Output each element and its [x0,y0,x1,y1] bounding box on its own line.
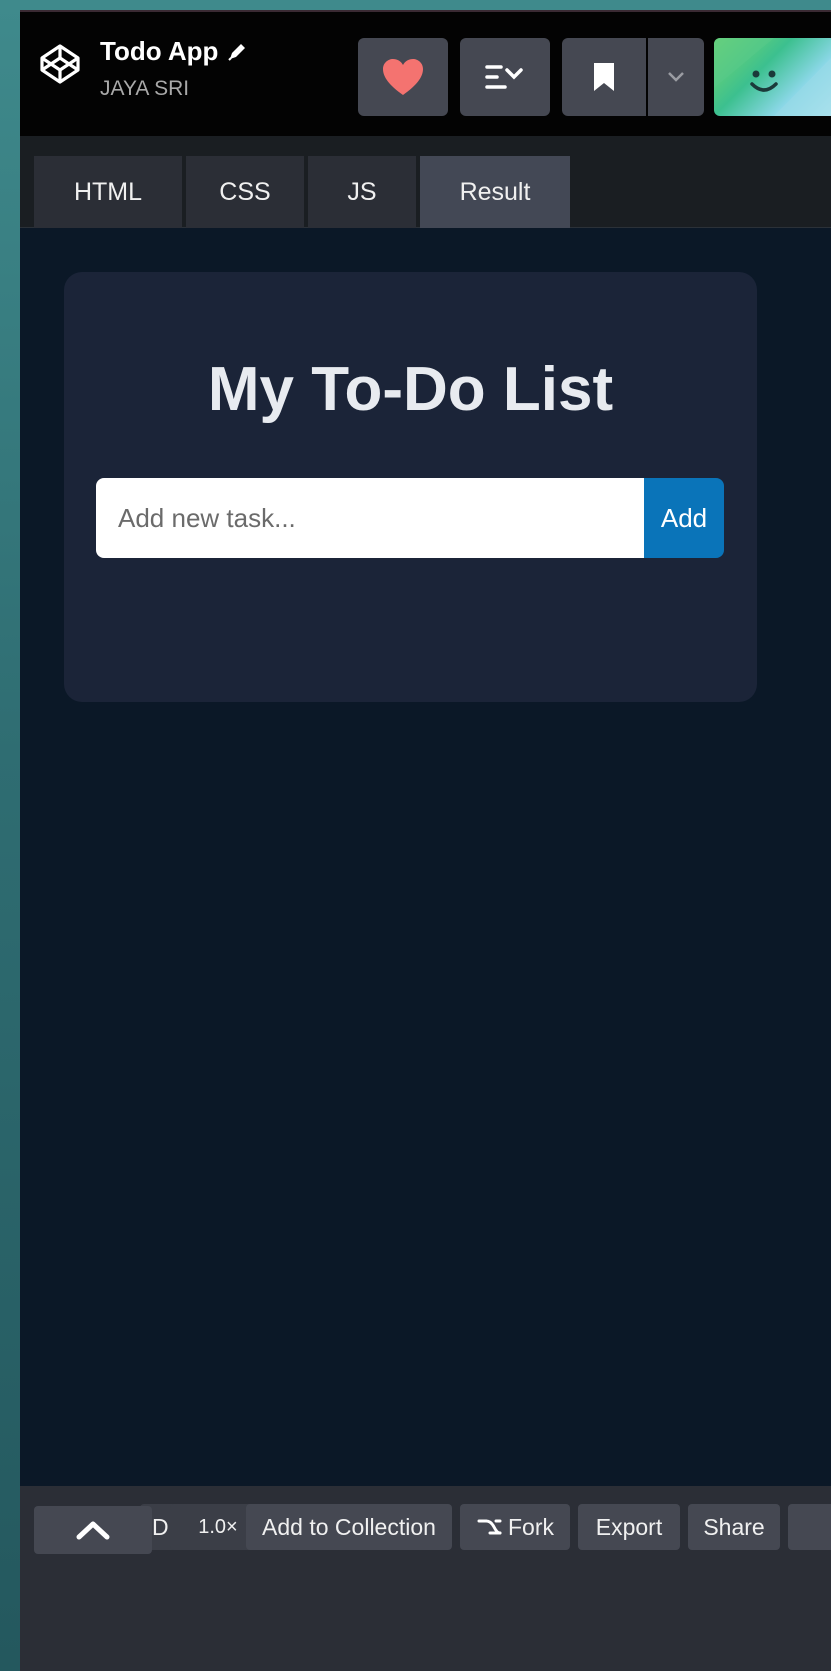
pen-title-block: Todo App JAYA SRI [100,36,248,101]
change-view-button[interactable] [460,38,550,116]
user-avatar[interactable] [714,38,831,116]
todo-heading: My To-Do List [207,355,614,424]
tab-html[interactable]: HTML [34,156,182,228]
codepen-mobile-view: Todo App JAYA SRI HTML CSS JS Result My … [20,10,831,1671]
expand-console-button[interactable] [34,1506,152,1554]
add-to-collection-button[interactable]: Add to Collection [246,1504,452,1550]
fork-label: Fork [508,1513,554,1540]
todo-card: My To-Do List Add [64,272,757,702]
codepen-logo-icon[interactable] [36,40,84,88]
like-button[interactable] [358,38,448,116]
pen-title-text: Todo App [100,36,219,66]
tab-js[interactable]: JS [308,156,416,228]
bookmark-icon [594,63,614,91]
more-button[interactable] [788,1504,831,1550]
pencil-icon[interactable] [226,41,248,63]
export-button[interactable]: Export [578,1504,680,1550]
layout-icon [485,65,523,89]
app-header: Todo App JAYA SRI [20,10,831,136]
new-task-input[interactable] [96,478,644,558]
fork-icon [477,1519,502,1535]
add-task-button[interactable]: Add [644,478,724,558]
bookmark-dropdown-button[interactable] [648,38,704,116]
chevron-up-icon [76,1521,110,1540]
pen-title[interactable]: Todo App [100,36,248,67]
footer-toolbar: D 1.0× Add to Collection Fork Export Sha… [20,1486,831,1671]
share-button[interactable]: Share [688,1504,780,1550]
pen-author[interactable]: JAYA SRI [100,77,248,101]
heart-icon [383,59,423,95]
fork-button[interactable]: Fork [460,1504,570,1550]
chevron-down-icon [668,72,684,82]
tab-css[interactable]: CSS [186,156,304,228]
editor-tab-bar: HTML CSS JS Result [20,136,831,228]
tab-result[interactable]: Result [420,156,570,228]
bookmark-button[interactable] [562,38,646,116]
smiley-avatar-icon [714,38,831,116]
